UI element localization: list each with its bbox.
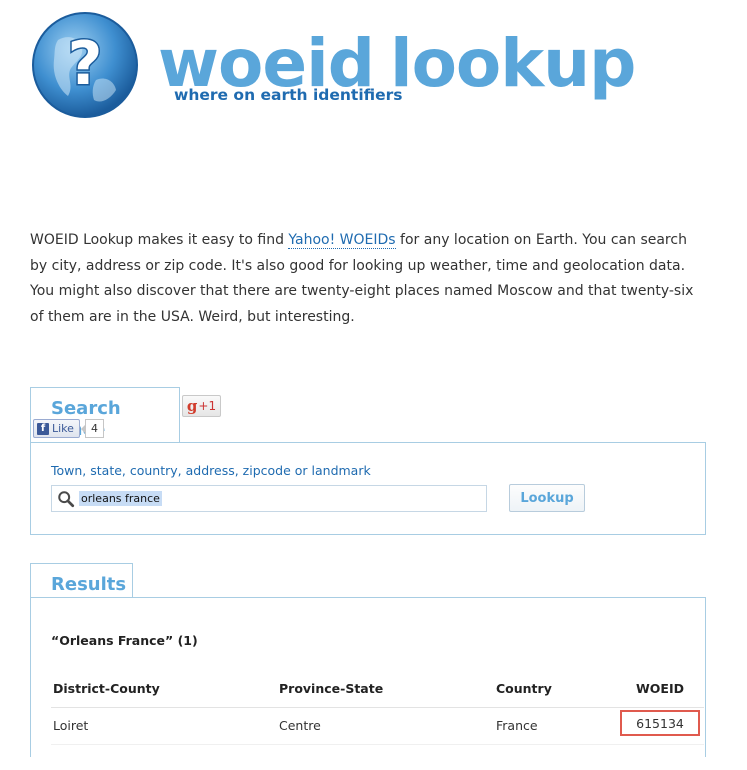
facebook-like-label: Like [52, 422, 74, 435]
cell-province: Centre [279, 718, 321, 733]
gplus-label: +1 [198, 399, 217, 413]
results-table: District-County Province-State Country W… [51, 671, 704, 745]
site-logo[interactable]: ? woeid lookup where on earth identifiers [30, 10, 636, 120]
svg-text:?: ? [68, 29, 103, 99]
facebook-like-count: 4 [80, 419, 104, 438]
facebook-like-widget: f Like 4 [33, 419, 104, 438]
globe-question-icon: ? [32, 12, 138, 118]
column-header-district: District-County [53, 681, 160, 696]
google-g-icon: g [186, 397, 198, 415]
logo-wordmark: woeid lookup where on earth identifiers [158, 24, 636, 114]
search-input-box[interactable]: orleans france [51, 485, 487, 512]
search-field-label: Town, state, country, address, zipcode o… [51, 463, 371, 478]
logo-tagline: where on earth identifiers [174, 86, 403, 104]
yahoo-woeids-link[interactable]: Yahoo! WOEIDs [288, 232, 396, 249]
column-header-country: Country [496, 681, 552, 696]
table-row[interactable]: Loiret Centre France 615134 [51, 708, 704, 745]
cell-country: France [496, 718, 538, 733]
search-panel: Town, state, country, address, zipcode o… [30, 442, 706, 535]
intro-paragraph: WOEID Lookup makes it easy to find Yahoo… [30, 228, 706, 330]
cell-district: Loiret [53, 718, 89, 733]
tab-results[interactable]: Results [30, 563, 133, 599]
lookup-button[interactable]: Lookup [509, 484, 585, 512]
column-header-woeid: WOEID [636, 681, 684, 696]
cell-woeid[interactable]: 615134 [636, 716, 684, 731]
results-summary: “Orleans France” (1) [51, 633, 198, 648]
woeid-highlight-box: 615134 [620, 710, 700, 736]
search-icon [58, 490, 75, 507]
intro-text-start: WOEID Lookup makes it easy to find [30, 232, 289, 248]
results-panel: “Orleans France” (1) District-County Pro… [30, 597, 706, 757]
logo-title-lookup: lookup [389, 25, 636, 102]
table-header-row: District-County Province-State Country W… [51, 671, 704, 708]
facebook-icon: f [37, 422, 49, 435]
search-input[interactable]: orleans france [79, 491, 162, 506]
column-header-province: Province-State [279, 681, 384, 696]
facebook-like-button[interactable]: f Like [33, 419, 80, 438]
google-plus-one-button[interactable]: g +1 [182, 395, 221, 417]
